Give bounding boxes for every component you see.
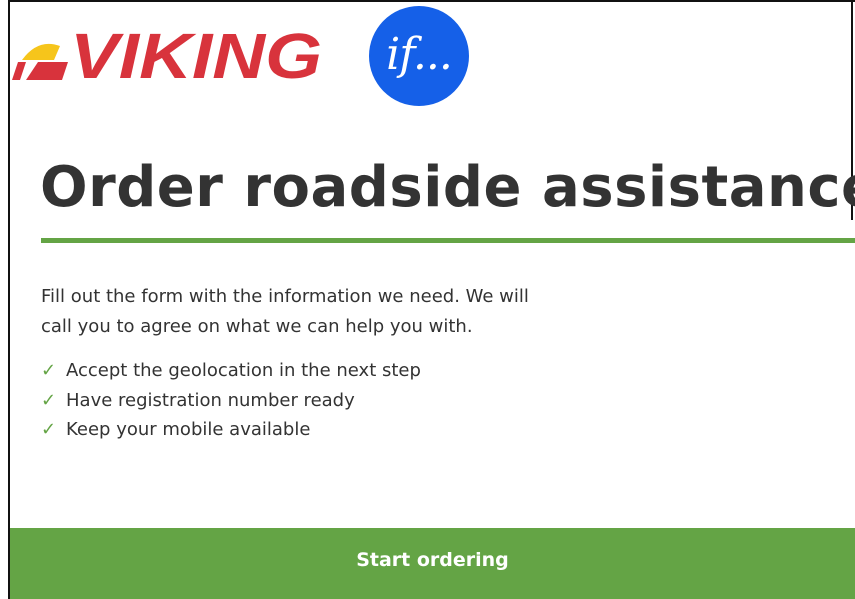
checklist-item-text: Keep your mobile available — [66, 419, 311, 440]
check-icon: ✓ — [41, 419, 57, 440]
viking-logo-text: VIKING — [70, 20, 322, 84]
if-logo-text: if... — [386, 28, 453, 80]
intro-text: Fill out the form with the information w… — [41, 286, 529, 337]
frame-border-left — [8, 0, 10, 599]
check-icon: ✓ — [41, 389, 57, 411]
if-logo: if... — [369, 6, 469, 106]
checklist-item-text: Accept the geolocation in the next step — [66, 360, 421, 381]
viking-logo: VIKING — [12, 20, 322, 84]
page-title: Order roadside assistance — [40, 155, 855, 220]
frame-border-top — [8, 0, 855, 2]
checklist-item-text: Have registration number ready — [66, 389, 355, 411]
title-divider — [41, 238, 855, 243]
start-ordering-button[interactable]: Start ordering — [10, 528, 855, 599]
checklist: ✓ Accept the geolocation in the next step… — [41, 356, 421, 445]
checklist-item: ✓ Accept the geolocation in the next step — [41, 356, 421, 386]
checklist-item: ✓ Have registration number ready — [41, 386, 421, 416]
checklist-item: ✓ Keep your mobile available — [41, 415, 421, 445]
check-icon: ✓ — [41, 360, 57, 381]
